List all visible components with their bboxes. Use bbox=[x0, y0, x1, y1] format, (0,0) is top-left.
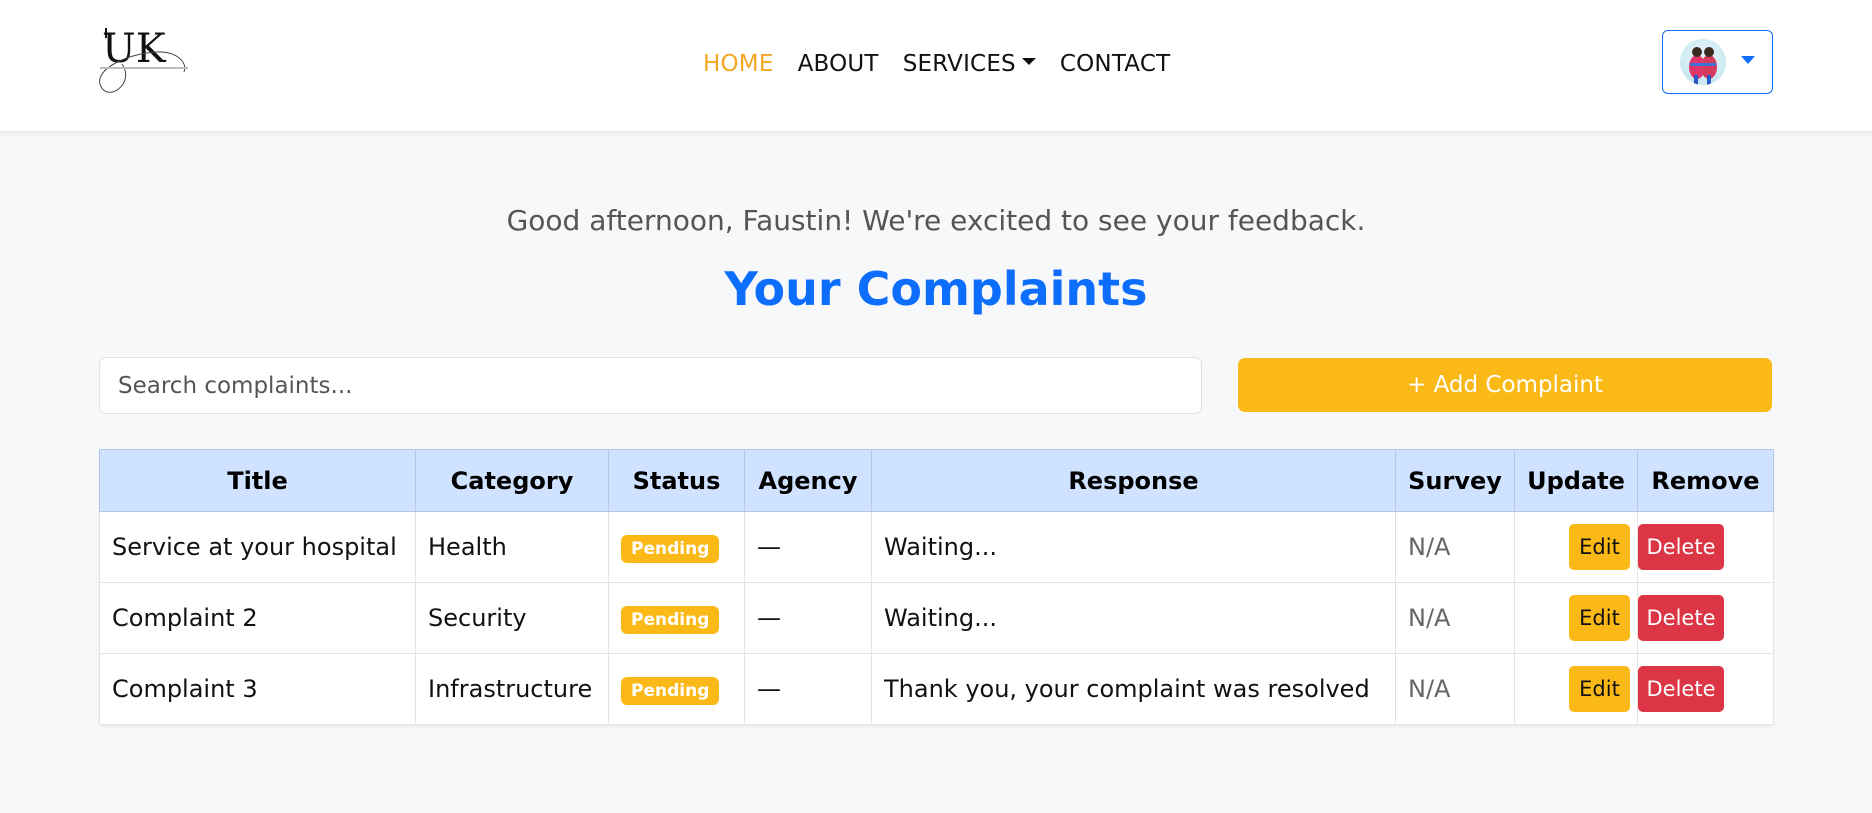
cell-response: Thank you, your complaint was resolved bbox=[871, 653, 1396, 725]
cell-title: Complaint 3 bbox=[99, 653, 416, 725]
delete-button[interactable]: Delete bbox=[1638, 595, 1724, 641]
delete-button[interactable]: Delete bbox=[1638, 666, 1724, 712]
cell-survey: N/A bbox=[1395, 582, 1515, 654]
cell-agency: — bbox=[744, 653, 872, 725]
avatar bbox=[1680, 39, 1726, 85]
header-agency[interactable]: Agency bbox=[744, 449, 872, 512]
cell-update: Edit bbox=[1514, 582, 1638, 654]
cell-title: Complaint 2 bbox=[99, 582, 416, 654]
header-update[interactable]: Update bbox=[1514, 449, 1638, 512]
cell-category: Security bbox=[415, 582, 609, 654]
cell-status: Pending bbox=[608, 511, 745, 583]
table-row: Service at your hospital Health Pending … bbox=[99, 511, 1774, 583]
nav-services[interactable]: SERVICES bbox=[903, 51, 1036, 77]
nav-home[interactable]: HOME bbox=[703, 51, 774, 77]
cell-survey: N/A bbox=[1395, 653, 1515, 725]
cell-category: Infrastructure bbox=[415, 653, 609, 725]
chevron-down-icon bbox=[1741, 56, 1755, 64]
edit-button[interactable]: Edit bbox=[1569, 524, 1630, 570]
cell-title: Service at your hospital bbox=[99, 511, 416, 583]
nav-contact[interactable]: CONTACT bbox=[1060, 51, 1170, 77]
cell-status: Pending bbox=[608, 653, 745, 725]
status-badge: Pending bbox=[621, 676, 720, 705]
brand-logo[interactable]: UK bbox=[96, 24, 196, 100]
edit-button[interactable]: Edit bbox=[1569, 666, 1630, 712]
add-complaint-button[interactable]: + Add Complaint bbox=[1238, 358, 1772, 412]
cell-remove: Delete bbox=[1637, 511, 1774, 583]
cell-category: Health bbox=[415, 511, 609, 583]
cell-survey: N/A bbox=[1395, 511, 1515, 583]
cell-remove: Delete bbox=[1637, 653, 1774, 725]
cell-update: Edit bbox=[1514, 511, 1638, 583]
header-title[interactable]: Title bbox=[99, 449, 416, 512]
table-header-row: Title Category Status Agency Response Su… bbox=[99, 449, 1774, 512]
complaints-table-container: Title Category Status Agency Response Su… bbox=[99, 449, 1774, 725]
cell-remove: Delete bbox=[1637, 582, 1774, 654]
header-response[interactable]: Response bbox=[871, 449, 1396, 512]
header-status[interactable]: Status bbox=[608, 449, 745, 512]
header-category[interactable]: Category bbox=[415, 449, 609, 512]
cell-agency: — bbox=[744, 582, 872, 654]
page-title: Your Complaints bbox=[724, 262, 1148, 316]
chevron-down-icon bbox=[1021, 58, 1036, 65]
user-menu-button[interactable] bbox=[1662, 30, 1773, 94]
table-row: Complaint 3 Infrastructure Pending — Tha… bbox=[99, 653, 1774, 725]
delete-button[interactable]: Delete bbox=[1638, 524, 1724, 570]
greeting-text: Good afternoon, Faustin! We're excited t… bbox=[506, 204, 1366, 237]
search-input[interactable] bbox=[99, 357, 1202, 414]
status-badge: Pending bbox=[621, 605, 720, 634]
edit-button[interactable]: Edit bbox=[1569, 595, 1630, 641]
table-row: Complaint 2 Security Pending — Waiting..… bbox=[99, 582, 1774, 654]
header-remove[interactable]: Remove bbox=[1637, 449, 1774, 512]
main-nav: HOME ABOUT SERVICES CONTACT bbox=[703, 48, 1170, 80]
cell-agency: — bbox=[744, 511, 872, 583]
complaints-table: Title Category Status Agency Response Su… bbox=[99, 449, 1774, 725]
top-navbar: UK HOME ABOUT SERVICES CONTACT bbox=[0, 0, 1872, 131]
header-survey[interactable]: Survey bbox=[1395, 449, 1515, 512]
nav-about[interactable]: ABOUT bbox=[798, 51, 879, 77]
cell-response: Waiting... bbox=[871, 511, 1396, 583]
nav-services-label: SERVICES bbox=[902, 51, 1016, 77]
cell-status: Pending bbox=[608, 582, 745, 654]
status-badge: Pending bbox=[621, 534, 720, 563]
cell-response: Waiting... bbox=[871, 582, 1396, 654]
cell-update: Edit bbox=[1514, 653, 1638, 725]
